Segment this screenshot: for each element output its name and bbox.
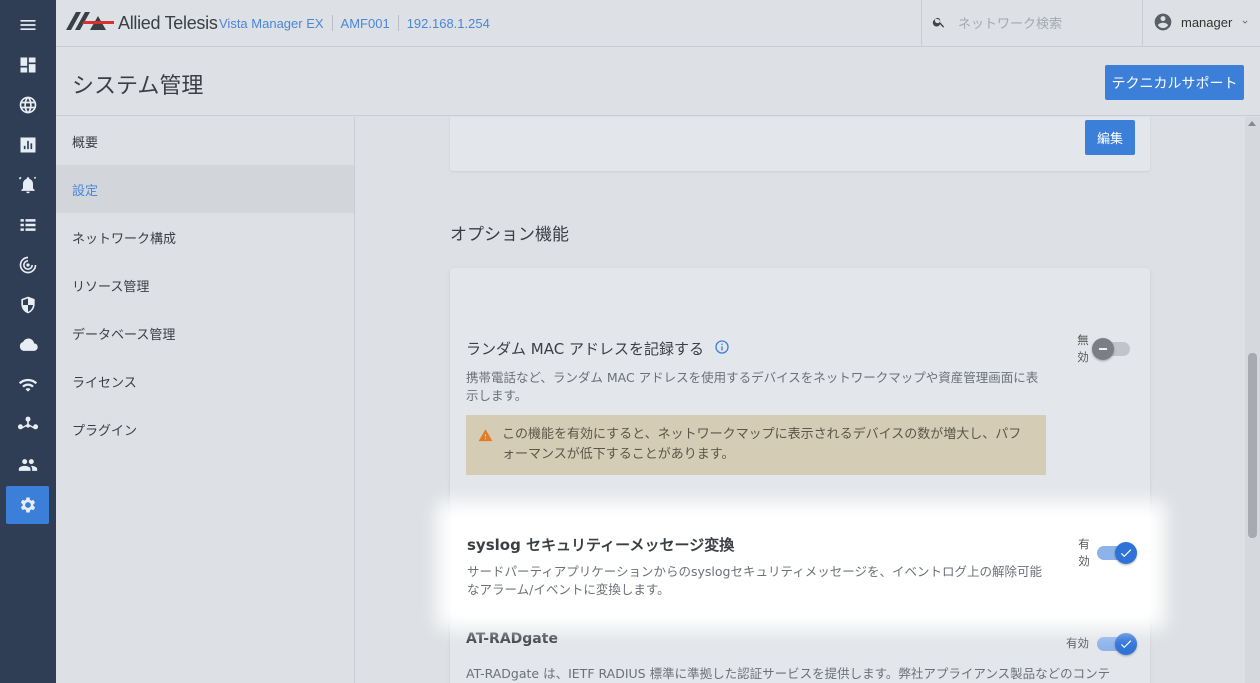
cloud-icon[interactable] bbox=[6, 326, 49, 364]
globe-icon[interactable] bbox=[6, 86, 49, 124]
edit-button[interactable]: 編集 bbox=[1085, 120, 1135, 155]
option-random-mac: ランダム MAC アドレスを記録する 携帯電話など、ランダム MAC アドレスを… bbox=[466, 338, 1136, 475]
gear-icon[interactable] bbox=[6, 486, 49, 524]
warning-box: この機能を有効にすると、ネットワークマップに表示されるデバイスの数が増大し、パフ… bbox=[466, 415, 1046, 475]
checkmark-icon bbox=[1115, 632, 1137, 655]
option-title: ランダム MAC アドレスを記録する bbox=[466, 340, 704, 358]
alarm-icon[interactable] bbox=[6, 166, 49, 204]
search-input[interactable] bbox=[958, 16, 1138, 31]
subnav-item-resource-management[interactable]: リソース管理 bbox=[56, 261, 354, 309]
checkmark-icon bbox=[1115, 542, 1137, 564]
option-description: 携帯電話など、ランダム MAC アドレスを使用するデバイスをネットワークマップや… bbox=[466, 370, 1039, 403]
breadcrumb-divider bbox=[331, 15, 333, 31]
shield-icon[interactable] bbox=[6, 286, 49, 324]
breadcrumb-divider bbox=[397, 15, 399, 31]
title-bar: システム管理 テクニカルサポート bbox=[56, 48, 1260, 116]
at-radgate-toggle[interactable] bbox=[1097, 632, 1137, 655]
settings-nav: 概要 設定 ネットワーク構成 リソース管理 データベース管理 ライセンス プラグ… bbox=[56, 117, 355, 683]
subnav-item-settings[interactable]: 設定 bbox=[56, 165, 354, 213]
info-icon[interactable] bbox=[704, 339, 730, 359]
chart-icon[interactable] bbox=[6, 126, 49, 164]
breadcrumb-product[interactable]: Vista Manager EX bbox=[219, 16, 324, 31]
user-name: manager bbox=[1181, 14, 1233, 30]
account-icon bbox=[1154, 13, 1172, 31]
topology-icon[interactable] bbox=[6, 406, 49, 444]
scroll-thumb[interactable] bbox=[1248, 353, 1257, 538]
previous-settings-card: 編集 bbox=[450, 117, 1150, 171]
option-syslog-conversion: syslog セキュリティーメッセージ変換 サードパーティアプリケーションからの… bbox=[467, 534, 1137, 599]
list-icon[interactable] bbox=[6, 206, 49, 244]
subnav-item-network-config[interactable]: ネットワーク構成 bbox=[56, 213, 354, 261]
warning-text: この機能を有効にすると、ネットワークマップに表示されるデバイスの数が増大し、パフ… bbox=[502, 427, 1022, 462]
search-icon bbox=[932, 14, 946, 33]
subnav-item-plugins[interactable]: プラグイン bbox=[56, 405, 354, 453]
brand-logo[interactable]: Allied Telesis bbox=[66, 10, 218, 36]
highlighted-option-card: syslog セキュリティーメッセージ変換 サードパーティアプリケーションからの… bbox=[451, 516, 1151, 615]
breadcrumb: Vista Manager EX AMF001 192.168.1.254 bbox=[219, 15, 490, 31]
chevron-down-icon bbox=[1242, 20, 1248, 24]
option-description: AT-RADgate は、IETF RADIUS 標準に準拠した認証サービスを提… bbox=[466, 666, 1111, 681]
subnav-item-database-management[interactable]: データベース管理 bbox=[56, 309, 354, 357]
technical-support-button[interactable]: テクニカルサポート bbox=[1105, 65, 1244, 100]
radar-icon[interactable] bbox=[6, 246, 49, 284]
wifi-icon[interactable] bbox=[6, 366, 49, 404]
syslog-toggle[interactable] bbox=[1097, 542, 1137, 564]
option-description: サードパーティアプリケーションからのsyslogセキュリティメッセージを、イベン… bbox=[467, 564, 1042, 597]
toggle-off-icon bbox=[1092, 338, 1114, 360]
subnav-item-license[interactable]: ライセンス bbox=[56, 357, 354, 405]
toggle-state-label: 有効 bbox=[1066, 636, 1089, 650]
random-mac-toggle[interactable] bbox=[1092, 338, 1130, 360]
random-mac-toggle-group: 無効 bbox=[1076, 332, 1130, 366]
option-title: AT-RADgate bbox=[466, 631, 558, 647]
toggle-state-label: 無効 bbox=[1077, 333, 1089, 364]
scroll-up-arrow-icon[interactable] bbox=[1248, 121, 1256, 126]
section-title-optional-features: オプション機能 bbox=[450, 225, 569, 245]
allied-telesis-logo-icon bbox=[66, 10, 114, 36]
subnav-item-overview[interactable]: 概要 bbox=[56, 117, 354, 165]
warning-icon bbox=[478, 429, 493, 442]
syslog-toggle-group: 有効 bbox=[1077, 536, 1137, 570]
user-menu[interactable]: manager bbox=[1153, 12, 1250, 32]
top-bar: Allied Telesis Vista Manager EX AMF001 1… bbox=[56, 0, 1260, 47]
at-radgate-toggle-group: 有効 bbox=[1066, 632, 1137, 655]
page-title: システム管理 bbox=[72, 74, 204, 99]
network-search bbox=[921, 0, 1143, 47]
toggle-state-label: 有効 bbox=[1078, 537, 1090, 568]
breadcrumb-ip[interactable]: 192.168.1.254 bbox=[407, 16, 490, 31]
option-at-radgate: AT-RADgate AT-RADgate は、IETF RADIUS 標準に準… bbox=[466, 631, 1136, 683]
option-title: syslog セキュリティーメッセージ変換 bbox=[467, 536, 735, 554]
content-scrollbar[interactable] bbox=[1245, 117, 1260, 683]
icon-rail bbox=[0, 0, 56, 683]
users-icon[interactable] bbox=[6, 446, 49, 484]
dashboard-icon[interactable] bbox=[6, 46, 49, 84]
optional-features-card: ランダム MAC アドレスを記録する 携帯電話など、ランダム MAC アドレスを… bbox=[450, 268, 1150, 683]
menu-icon[interactable] bbox=[6, 6, 49, 44]
brand-name: Allied Telesis bbox=[118, 12, 218, 33]
breadcrumb-network[interactable]: AMF001 bbox=[341, 16, 390, 31]
